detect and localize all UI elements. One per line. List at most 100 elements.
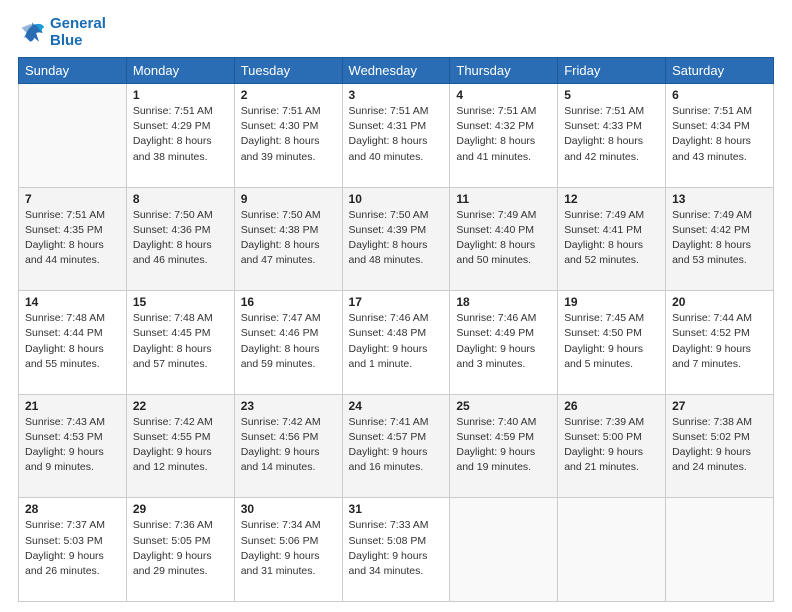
- day-info: Sunrise: 7:44 AM Sunset: 4:52 PM Dayligh…: [672, 311, 767, 372]
- calendar-cell: 28 Sunrise: 7:37 AM Sunset: 5:03 PM Dayli…: [19, 498, 127, 602]
- day-info: Sunrise: 7:41 AM Sunset: 4:57 PM Dayligh…: [349, 415, 444, 476]
- day-info: Sunrise: 7:49 AM Sunset: 4:41 PM Dayligh…: [564, 208, 659, 269]
- calendar-cell: 23Sunrise: 7:42 AM Sunset: 4:56 PM Dayli…: [234, 394, 342, 498]
- day-info: Sunrise: 7:40 AM Sunset: 4:59 PM Dayligh…: [456, 415, 551, 476]
- day-number: 24: [349, 399, 444, 413]
- calendar-table: SundayMondayTuesdayWednesdayThursdayFrid…: [18, 57, 774, 602]
- day-info: Sunrise: 7:51 AM Sunset: 4:29 PM Dayligh…: [133, 104, 228, 165]
- calendar-cell: 30 Sunrise: 7:34 AM Sunset: 5:06 PM Dayli…: [234, 498, 342, 602]
- calendar-cell: 5 Sunrise: 7:51 AM Sunset: 4:33 PM Daylig…: [558, 84, 666, 188]
- day-info: Sunrise: 7:50 AM Sunset: 4:36 PM Dayligh…: [133, 208, 228, 269]
- day-number: 11: [456, 192, 551, 206]
- logo: General Blue: [18, 16, 106, 49]
- day-info: Sunrise: 7:48 AM Sunset: 4:45 PM Dayligh…: [133, 311, 228, 372]
- calendar-cell: 27Sunrise: 7:38 AM Sunset: 5:02 PM Dayli…: [666, 394, 774, 498]
- calendar-cell: 12 Sunrise: 7:49 AM Sunset: 4:41 PM Dayli…: [558, 187, 666, 291]
- day-number: 23: [241, 399, 336, 413]
- weekday-header-row: SundayMondayTuesdayWednesdayThursdayFrid…: [19, 58, 774, 84]
- day-info: Sunrise: 7:45 AM Sunset: 4:50 PM Dayligh…: [564, 311, 659, 372]
- weekday-header-thursday: Thursday: [450, 58, 558, 84]
- day-number: 8: [133, 192, 228, 206]
- day-number: 16: [241, 295, 336, 309]
- calendar-cell: 20 Sunrise: 7:44 AM Sunset: 4:52 PM Dayli…: [666, 291, 774, 395]
- calendar-cell: 26 Sunrise: 7:39 AM Sunset: 5:00 PM Dayli…: [558, 394, 666, 498]
- day-info: Sunrise: 7:33 AM Sunset: 5:08 PM Dayligh…: [349, 518, 444, 579]
- weekday-header-monday: Monday: [126, 58, 234, 84]
- weekday-header-friday: Friday: [558, 58, 666, 84]
- day-info: Sunrise: 7:50 AM Sunset: 4:38 PM Dayligh…: [241, 208, 336, 269]
- day-number: 19: [564, 295, 659, 309]
- day-info: Sunrise: 7:49 AM Sunset: 4:42 PM Dayligh…: [672, 208, 767, 269]
- day-info: Sunrise: 7:51 AM Sunset: 4:32 PM Dayligh…: [456, 104, 551, 165]
- weekday-header-tuesday: Tuesday: [234, 58, 342, 84]
- day-number: 26: [564, 399, 659, 413]
- day-info: Sunrise: 7:37 AM Sunset: 5:03 PM Dayligh…: [25, 518, 120, 579]
- day-info: Sunrise: 7:51 AM Sunset: 4:34 PM Dayligh…: [672, 104, 767, 165]
- day-number: 1: [133, 88, 228, 102]
- day-info: Sunrise: 7:43 AM Sunset: 4:53 PM Dayligh…: [25, 415, 120, 476]
- day-info: Sunrise: 7:39 AM Sunset: 5:00 PM Dayligh…: [564, 415, 659, 476]
- weekday-header-sunday: Sunday: [19, 58, 127, 84]
- day-info: Sunrise: 7:46 AM Sunset: 4:48 PM Dayligh…: [349, 311, 444, 372]
- weekday-header-saturday: Saturday: [666, 58, 774, 84]
- header: General Blue: [18, 16, 774, 49]
- calendar-cell: 6 Sunrise: 7:51 AM Sunset: 4:34 PM Daylig…: [666, 84, 774, 188]
- day-number: 28: [25, 502, 120, 516]
- day-info: Sunrise: 7:51 AM Sunset: 4:33 PM Dayligh…: [564, 104, 659, 165]
- calendar-cell: 16 Sunrise: 7:47 AM Sunset: 4:46 PM Dayli…: [234, 291, 342, 395]
- calendar-cell: 4 Sunrise: 7:51 AM Sunset: 4:32 PM Daylig…: [450, 84, 558, 188]
- day-number: 9: [241, 192, 336, 206]
- calendar-week-4: 21 Sunrise: 7:43 AM Sunset: 4:53 PM Dayli…: [19, 394, 774, 498]
- calendar-week-2: 7Sunrise: 7:51 AM Sunset: 4:35 PM Daylig…: [19, 187, 774, 291]
- calendar-cell: [19, 84, 127, 188]
- day-number: 12: [564, 192, 659, 206]
- day-number: 20: [672, 295, 767, 309]
- calendar-cell: 25 Sunrise: 7:40 AM Sunset: 4:59 PM Dayli…: [450, 394, 558, 498]
- day-number: 29: [133, 502, 228, 516]
- day-number: 30: [241, 502, 336, 516]
- calendar-cell: 3 Sunrise: 7:51 AM Sunset: 4:31 PM Daylig…: [342, 84, 450, 188]
- calendar-week-5: 28 Sunrise: 7:37 AM Sunset: 5:03 PM Dayli…: [19, 498, 774, 602]
- day-info: Sunrise: 7:51 AM Sunset: 4:31 PM Dayligh…: [349, 104, 444, 165]
- day-number: 10: [349, 192, 444, 206]
- day-number: 13: [672, 192, 767, 206]
- logo-text: General Blue: [50, 16, 106, 49]
- calendar-cell: 8 Sunrise: 7:50 AM Sunset: 4:36 PM Daylig…: [126, 187, 234, 291]
- day-number: 25: [456, 399, 551, 413]
- day-number: 3: [349, 88, 444, 102]
- day-info: Sunrise: 7:38 AM Sunset: 5:02 PM Dayligh…: [672, 415, 767, 476]
- day-number: 22: [133, 399, 228, 413]
- weekday-header-wednesday: Wednesday: [342, 58, 450, 84]
- calendar-cell: 14Sunrise: 7:48 AM Sunset: 4:44 PM Dayli…: [19, 291, 127, 395]
- day-number: 15: [133, 295, 228, 309]
- calendar-cell: 10Sunrise: 7:50 AM Sunset: 4:39 PM Dayli…: [342, 187, 450, 291]
- calendar-cell: [450, 498, 558, 602]
- calendar-cell: 15 Sunrise: 7:48 AM Sunset: 4:45 PM Dayli…: [126, 291, 234, 395]
- day-number: 18: [456, 295, 551, 309]
- calendar-cell: [666, 498, 774, 602]
- calendar-cell: 29Sunrise: 7:36 AM Sunset: 5:05 PM Dayli…: [126, 498, 234, 602]
- day-info: Sunrise: 7:51 AM Sunset: 4:35 PM Dayligh…: [25, 208, 120, 269]
- day-info: Sunrise: 7:42 AM Sunset: 4:55 PM Dayligh…: [133, 415, 228, 476]
- day-info: Sunrise: 7:34 AM Sunset: 5:06 PM Dayligh…: [241, 518, 336, 579]
- calendar-cell: 2Sunrise: 7:51 AM Sunset: 4:30 PM Daylig…: [234, 84, 342, 188]
- calendar-week-1: 1 Sunrise: 7:51 AM Sunset: 4:29 PM Daylig…: [19, 84, 774, 188]
- day-number: 5: [564, 88, 659, 102]
- day-info: Sunrise: 7:48 AM Sunset: 4:44 PM Dayligh…: [25, 311, 120, 372]
- calendar-cell: 21 Sunrise: 7:43 AM Sunset: 4:53 PM Dayli…: [19, 394, 127, 498]
- logo-icon: [18, 19, 46, 47]
- day-info: Sunrise: 7:51 AM Sunset: 4:30 PM Dayligh…: [241, 104, 336, 165]
- calendar-cell: 11Sunrise: 7:49 AM Sunset: 4:40 PM Dayli…: [450, 187, 558, 291]
- day-number: 21: [25, 399, 120, 413]
- day-info: Sunrise: 7:47 AM Sunset: 4:46 PM Dayligh…: [241, 311, 336, 372]
- calendar-cell: 17 Sunrise: 7:46 AM Sunset: 4:48 PM Dayli…: [342, 291, 450, 395]
- page: General Blue SundayMondayTuesdayWednesda…: [0, 0, 792, 612]
- day-number: 6: [672, 88, 767, 102]
- calendar-week-3: 14Sunrise: 7:48 AM Sunset: 4:44 PM Dayli…: [19, 291, 774, 395]
- day-number: 31: [349, 502, 444, 516]
- calendar-cell: 7Sunrise: 7:51 AM Sunset: 4:35 PM Daylig…: [19, 187, 127, 291]
- calendar-cell: [558, 498, 666, 602]
- day-number: 4: [456, 88, 551, 102]
- calendar-cell: 18Sunrise: 7:46 AM Sunset: 4:49 PM Dayli…: [450, 291, 558, 395]
- day-number: 17: [349, 295, 444, 309]
